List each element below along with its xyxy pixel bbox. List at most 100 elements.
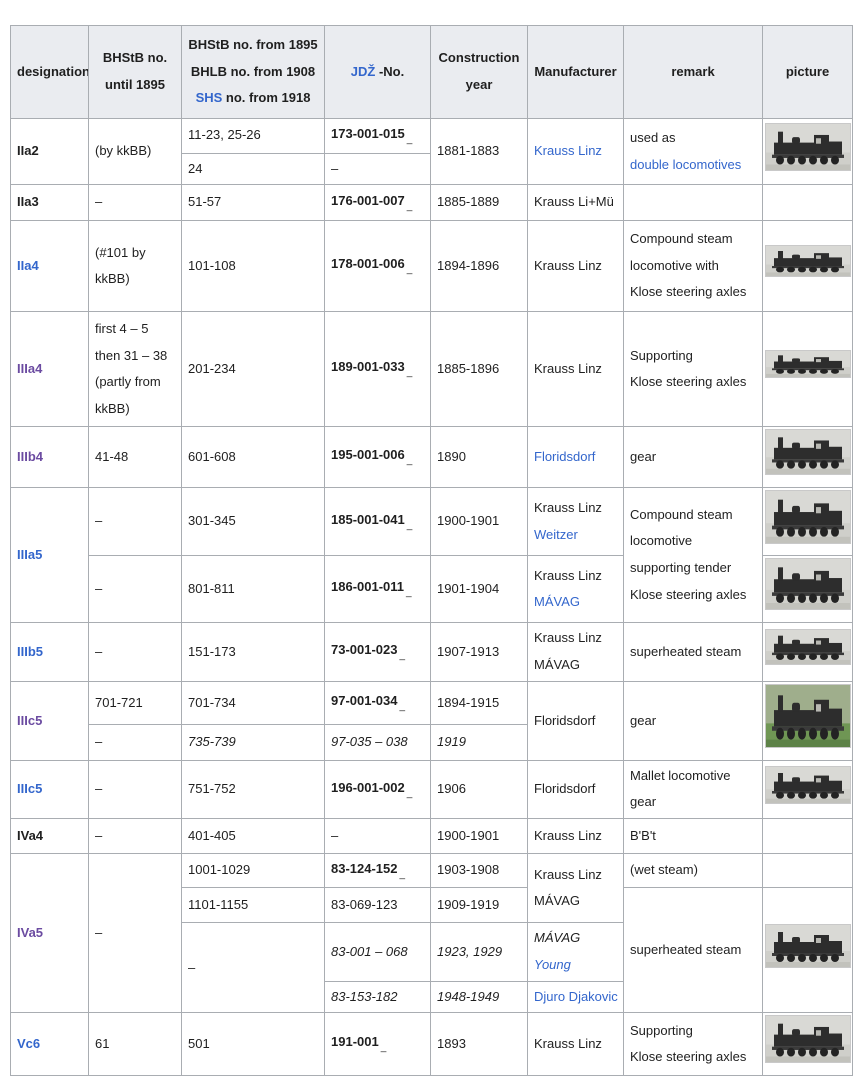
cell-text: – [95,513,102,528]
cell-text: 1900-1901 [437,828,499,843]
cell-line: IIa2 [17,138,82,165]
wiki-link[interactable]: Djuro Djakovic [534,989,618,1004]
cell-line: 1948-1949 [437,984,521,1011]
cell-text: – [95,734,102,749]
cell-text: 701-721 [95,695,143,710]
table-row: IIIa4first 4 – 5then 31 – 38(partly from… [11,312,853,427]
cell-text: Krauss Linz [534,568,602,583]
cell-text: 751-752 [188,781,236,796]
cell-text: 1923, 1929 [437,944,502,959]
cell-construction-year: 1948-1949 [431,981,528,1013]
cell-line: 1881-1883 [437,138,521,165]
cell-text: 1893 [437,1036,466,1051]
cell-text: IVa4 [17,828,43,843]
cell-text: picture [786,64,829,79]
header-cell-designation-header: designation [11,26,89,119]
cell-text: 501 [188,1036,210,1051]
wiki-link[interactable]: IIa4 [17,258,39,273]
cell-line: Klose steering axles [630,279,756,306]
cell-line: Construction [437,45,521,72]
wiki-link[interactable]: Weitzer [534,527,578,542]
locomotive-photo[interactable] [765,123,851,171]
cell-picture [763,1013,853,1076]
cell-line: 83-153-182 [331,984,424,1011]
cell-text: BHLB no. from 1908 [191,64,315,79]
locomotive-photo[interactable] [765,429,851,475]
locomotive-photo[interactable] [765,490,851,544]
header-cell-bhstb-from-1895-header: BHStB no. from 1895BHLB no. from 1908SHS… [182,26,325,119]
locomotive-photo[interactable] [765,629,851,665]
cell-line: Krauss Linz [534,495,617,522]
cell-line: 1901-1904 [437,576,521,603]
cell-line: 191-001_ [331,1029,424,1059]
locomotive-photo[interactable] [765,350,851,378]
cell-line: 83-069-123 [331,892,424,919]
wiki-link[interactable]: JDŽ [351,64,376,79]
cell-remark: Compound steamlocomotive withKlose steer… [624,221,763,312]
locomotive-photo[interactable] [765,924,851,968]
cell-construction-year: 1890 [431,427,528,488]
cell-line: 1885-1889 [437,189,521,216]
locomotive-photo[interactable] [765,684,851,748]
wiki-link[interactable]: IVa5 [17,925,43,940]
cell-line: 1885-1896 [437,356,521,383]
cell-designation: IVa4 [11,818,89,853]
wiki-link[interactable]: IIIc5 [17,713,42,728]
cell-text: Construction [439,50,520,65]
cell-designation: IIa4 [11,221,89,312]
cell-manufacturer: Floridsdorf [528,760,624,818]
cell-bhstb-from-1895: 1101-1155 [182,888,325,923]
wiki-link[interactable]: Floridsdorf [534,449,595,464]
cell-picture [763,487,853,556]
cell-line: B'B't [630,823,756,850]
cell-line: – [95,920,175,947]
wiki-link[interactable]: MÁVAG [534,594,580,609]
locomotive-photo[interactable] [765,245,851,277]
wiki-link[interactable]: IIIb5 [17,644,43,659]
wiki-link[interactable]: Vc6 [17,1036,40,1051]
cell-line: 97-001-034_ [331,688,424,718]
locomotive-photo[interactable] [765,1015,851,1063]
cell-line: 1919 [437,729,521,756]
cell-manufacturer: MÁVAGYoung [528,923,624,981]
wiki-link[interactable]: Krauss Linz [534,143,602,158]
wiki-link[interactable]: IIIa4 [17,361,42,376]
cell-bhstb-from-1895: 201-234 [182,312,325,427]
cell-line: Krauss Linz [534,1031,617,1058]
cell-text: Floridsdorf [534,781,595,796]
cell-bhstb-until-1895: – [89,623,182,682]
cell-text: Krauss Li+Mü [534,194,614,209]
cell-line: 151-173 [188,639,318,666]
wiki-link[interactable]: IIIb4 [17,449,43,464]
wiki-link[interactable]: double locomotives [630,157,741,172]
locomotive-photo[interactable] [765,558,851,610]
cell-text: used as [630,130,676,145]
wiki-link[interactable]: IIIa5 [17,547,42,562]
cell-remark: (wet steam) [624,853,763,888]
cell-picture [763,853,853,888]
wiki-link[interactable]: Young [534,957,571,972]
cell-designation: IIIb4 [11,427,89,488]
cell-line: kkBB) [95,396,175,423]
cell-text: (#101 by [95,245,146,260]
cell-text: 1906 [437,781,466,796]
wiki-link[interactable]: IIIc5 [17,781,42,796]
cell-line: 83-001 – 068 [331,939,424,966]
cell-line: Supporting [630,343,756,370]
cell-text: gear [630,794,656,809]
cell-text: -No. [375,64,404,79]
cell-line: – [95,576,175,603]
cell-text: 101-108 [188,258,236,273]
cell-line: MÁVAG [534,652,617,679]
locomotive-photo[interactable] [765,766,851,804]
cell-jdz-no: 195-001-006_ [325,427,431,488]
cell-line: designation [17,59,82,86]
cell-manufacturer: Krauss Linz [528,221,624,312]
wiki-link[interactable]: SHS [196,90,223,105]
cell-text: IIa3 [17,194,39,209]
cell-remark: SupportingKlose steering axles [624,312,763,427]
cell-text: 1907-1913 [437,644,499,659]
table-row: IIa3–51-57176-001-007_1885-1889Krauss Li… [11,185,853,221]
cell-text: 701-734 [188,695,236,710]
cell-bhstb-until-1895: – [89,724,182,760]
